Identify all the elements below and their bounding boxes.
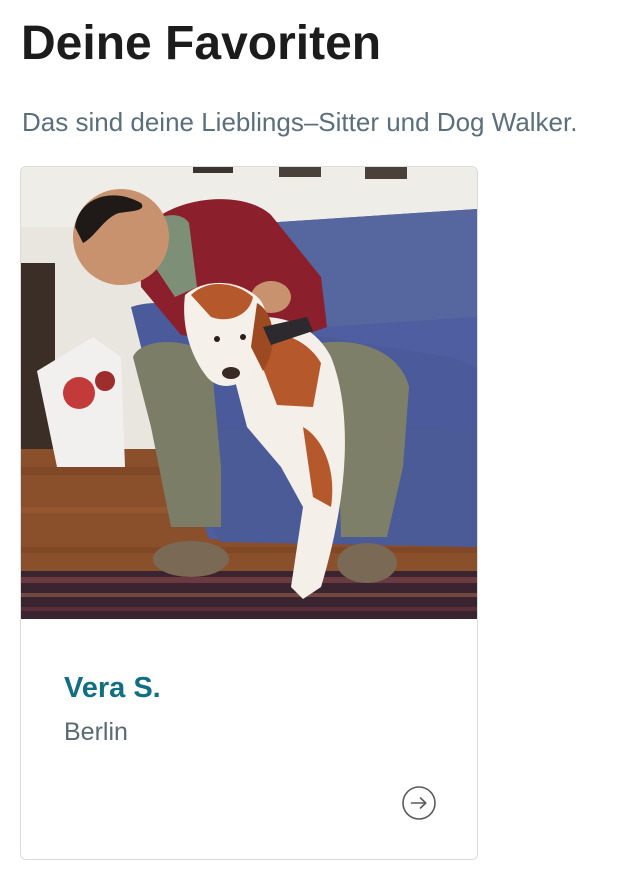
sitter-photo[interactable] [21, 167, 477, 619]
page-subtitle: Das sind deine Lieblings–Sitter und Dog … [22, 107, 578, 137]
favorite-sitter-card[interactable]: Vera S. Berlin [20, 166, 478, 860]
page-title: Deine Favoriten [21, 17, 382, 70]
sitter-name[interactable]: Vera S. [64, 669, 161, 707]
sitter-city: Berlin [64, 718, 128, 746]
arrow-right-circle-icon[interactable] [401, 785, 437, 821]
favorites-page: Deine Favoriten Das sind deine Lieblings… [0, 0, 636, 884]
